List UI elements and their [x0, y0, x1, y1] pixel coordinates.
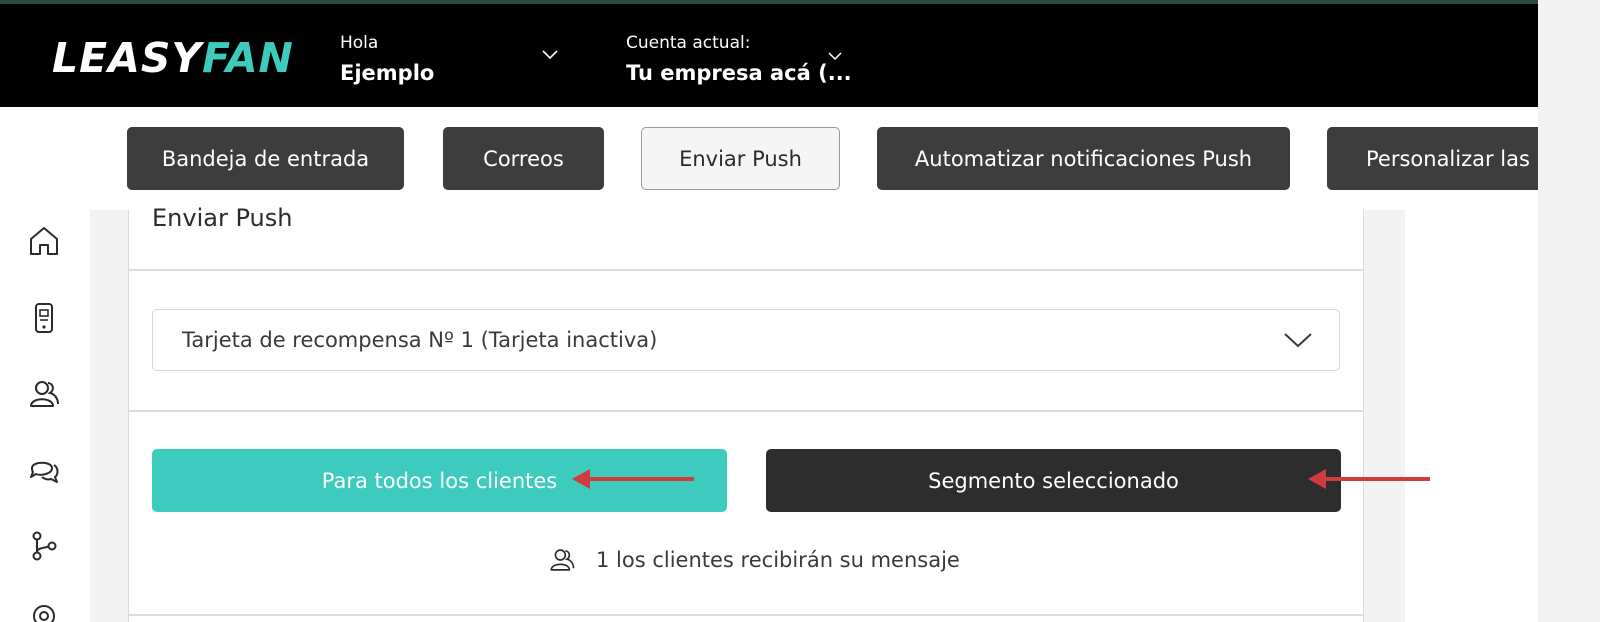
page-background-strip [1538, 0, 1600, 622]
selected-segment-button[interactable]: Segmento seleccionado [766, 449, 1341, 512]
leasyfan-logo[interactable]: LEASYFAN [52, 34, 294, 82]
greeting-label: Hola [340, 33, 379, 53]
tab-inbox[interactable]: Bandeja de entrada [127, 127, 404, 190]
logo-text-leasy: LEASY [52, 34, 203, 82]
divider [128, 614, 1364, 616]
account-menu-chevron-icon[interactable] [828, 52, 842, 61]
account-selector[interactable]: Cuenta actual: Tu empresa acá (... [626, 32, 852, 88]
recipients-info: 1 los clientes recibirán su mensaje [548, 543, 960, 577]
user-menu-chevron-icon[interactable] [542, 50, 558, 60]
logo-text-fan: FAN [202, 34, 294, 82]
tab-automate-push[interactable]: Automatizar notificaciones Push [877, 127, 1290, 190]
home-icon[interactable] [27, 224, 61, 258]
annotation-arrow-icon [1308, 469, 1430, 489]
page-title: Enviar Push [152, 204, 293, 232]
user-name: Ejemplo [340, 61, 435, 85]
divider [128, 269, 1364, 271]
account-name: Tu empresa acá (... [626, 61, 852, 85]
reward-card-select-value: Tarjeta de recompensa Nº 1 (Tarjeta inac… [182, 328, 658, 352]
user-greeting[interactable]: Hola Ejemplo [340, 32, 434, 88]
tab-emails[interactable]: Correos [443, 127, 604, 190]
location-icon[interactable] [27, 603, 61, 622]
users-icon [550, 549, 575, 571]
reward-card-select[interactable]: Tarjeta de recompensa Nº 1 (Tarjeta inac… [152, 309, 1340, 371]
app-header: LEASYFAN Hola Ejemplo Cuenta actual: Tu … [0, 4, 1538, 107]
divider [128, 410, 1364, 412]
recipients-text: 1 los clientes recibirán su mensaje [596, 548, 960, 572]
flow-icon[interactable] [27, 529, 61, 563]
chevron-down-icon [1284, 333, 1312, 348]
mobile-card-icon[interactable] [27, 301, 61, 335]
account-label: Cuenta actual: [626, 33, 751, 53]
annotation-arrow-icon [572, 469, 694, 489]
chat-icon[interactable] [27, 453, 61, 487]
tab-send-push[interactable]: Enviar Push [641, 127, 840, 190]
users-icon[interactable] [27, 377, 61, 411]
tab-personalize[interactable]: Personalizar las n [1327, 127, 1538, 190]
